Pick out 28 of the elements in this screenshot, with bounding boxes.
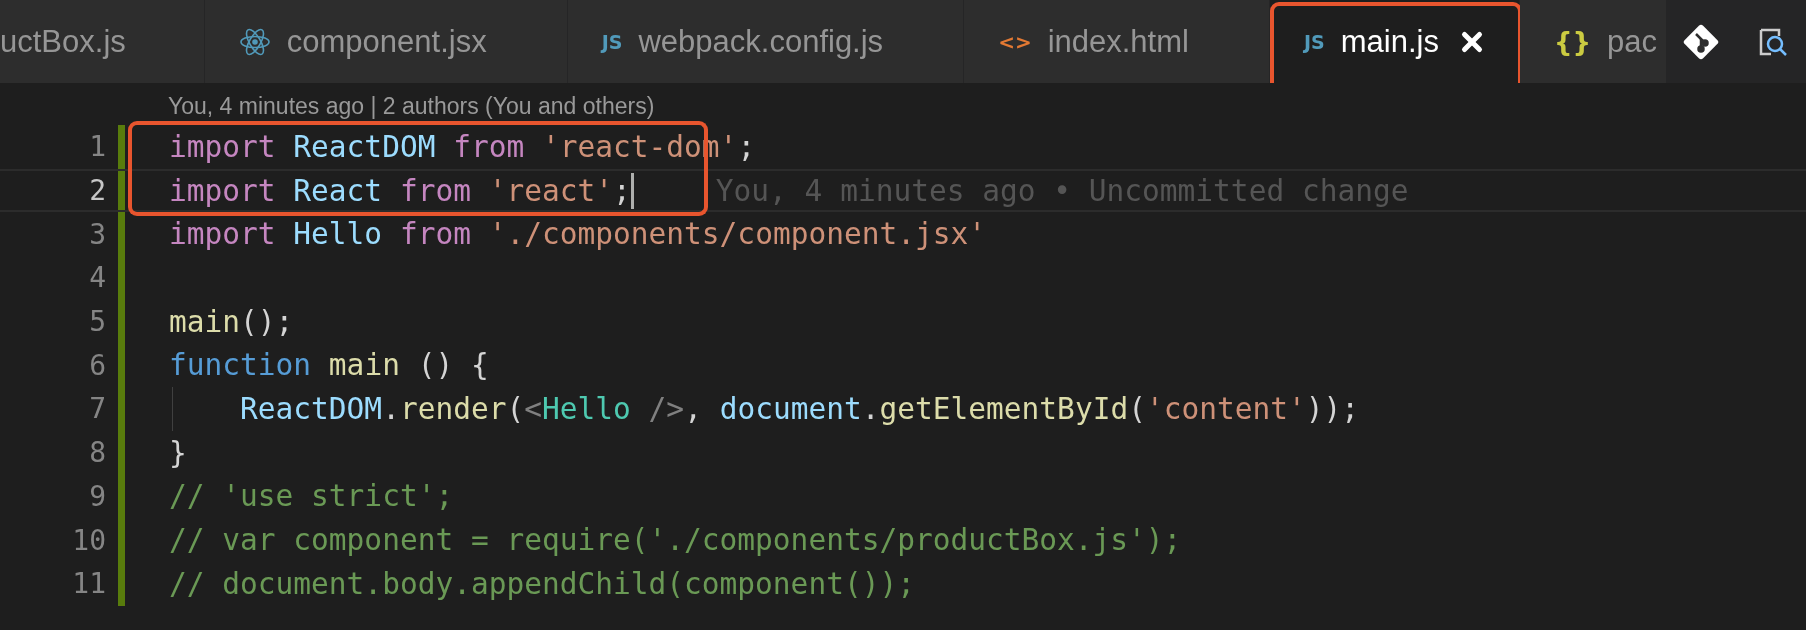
code-line: main();: [169, 304, 294, 339]
editor-tab[interactable]: uctBox.js: [0, 0, 205, 83]
code-line: import Hello from './components/component.jsx': [169, 217, 986, 252]
text-cursor: [630, 172, 634, 209]
editor-tab[interactable]: JS main.js: [1269, 0, 1520, 83]
line-number: 2: [88, 174, 106, 208]
code-line: // var component = require('./components/productBox.js');: [169, 523, 1182, 558]
line-number: 6: [88, 348, 106, 382]
file-type-icon: JS: [601, 30, 623, 53]
line-number: 11: [71, 567, 106, 601]
codelens-text[interactable]: You, 4 minutes ago | 2 authors (You and others): [168, 91, 1806, 121]
line-number: 9: [88, 479, 106, 513]
line-number: 7: [88, 392, 106, 426]
line-number: 8: [88, 436, 106, 470]
line-number: 3: [88, 217, 106, 251]
code-line: }: [169, 435, 187, 470]
line-number: 10: [71, 523, 106, 557]
code-line: import React from 'react';: [169, 173, 631, 208]
code-line: function main () {: [169, 348, 489, 383]
file-type-icon: JS: [1303, 30, 1325, 53]
code-line: ReactDOM.render(<Hello />, document.getElementById('content'));: [239, 391, 1360, 426]
code-line: // 'use strict';: [169, 479, 454, 514]
line-number: 4: [88, 261, 106, 295]
line-number: 5: [88, 305, 106, 339]
file-type-icon: <>: [998, 29, 1032, 54]
code-line: // document.body.appendChild(component());: [169, 566, 915, 601]
file-type-icon: {}: [1553, 26, 1591, 57]
line-number: 1: [88, 130, 106, 164]
